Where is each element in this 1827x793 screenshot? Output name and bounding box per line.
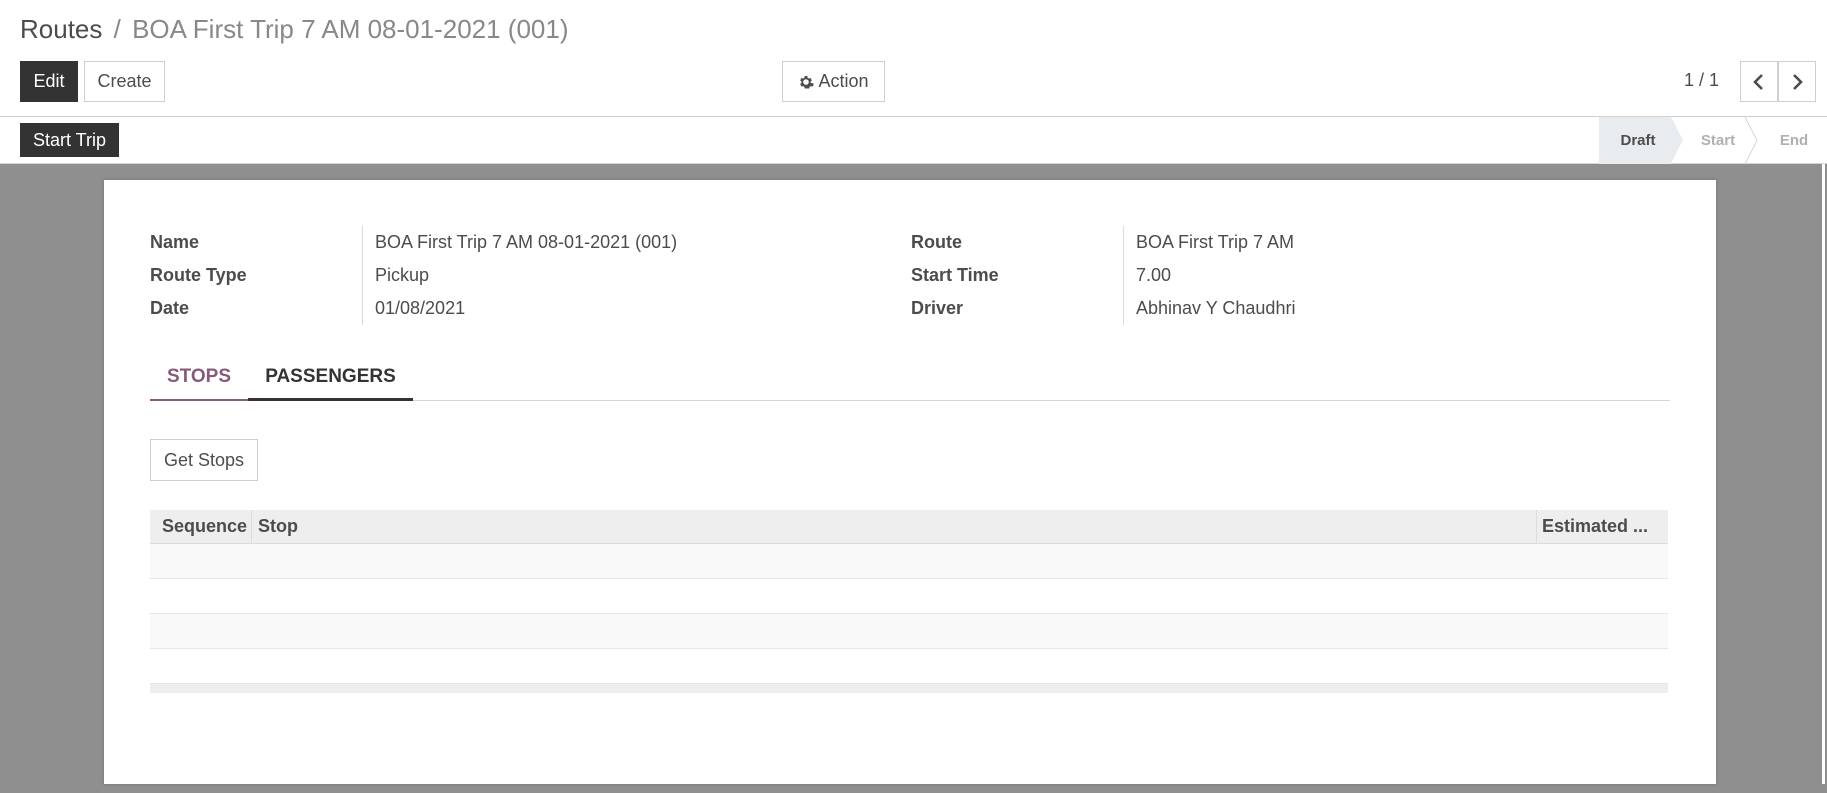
field-value[interactable]: Abhinav Y Chaudhri: [1123, 292, 1295, 325]
stage-start-label: Start: [1700, 132, 1736, 149]
form-sheet: Name BOA First Trip 7 AM 08-01-2021 (001…: [104, 180, 1716, 784]
field-label: Name: [150, 232, 200, 252]
field-date: Date 01/08/2021: [150, 292, 890, 325]
field-label: Date: [150, 298, 190, 318]
field-label: Driver: [911, 298, 964, 318]
table-row: [150, 649, 1668, 684]
chevron-left-icon: [1753, 73, 1763, 90]
breadcrumb-current: BOA First Trip 7 AM 08-01-2021 (001): [132, 14, 569, 44]
chevron-right-icon: [1793, 73, 1803, 90]
field-value: Pickup: [362, 259, 429, 292]
tab-passengers[interactable]: PASSENGERS: [248, 355, 413, 401]
field-label: Route Type: [150, 265, 247, 285]
table-row: [150, 544, 1668, 579]
table-header: Sequence Stop Estimated ...: [150, 510, 1668, 544]
field-group-left: Name BOA First Trip 7 AM 08-01-2021 (001…: [150, 226, 890, 325]
table-row: [150, 579, 1668, 614]
field-name: Name BOA First Trip 7 AM 08-01-2021 (001…: [150, 226, 890, 259]
field-value: BOA First Trip 7 AM 08-01-2021 (001): [362, 226, 677, 259]
column-header-stop[interactable]: Stop: [252, 510, 1537, 543]
table-footer: [150, 684, 1668, 693]
notebook-tabs: STOPS PASSENGERS: [150, 355, 1670, 401]
start-trip-button[interactable]: Start Trip: [20, 123, 119, 157]
get-stops-button[interactable]: Get Stops: [150, 439, 258, 481]
field-route-type: Route Type Pickup: [150, 259, 890, 292]
pager-previous-button[interactable]: [1740, 61, 1778, 102]
action-label: Action: [818, 71, 869, 91]
action-button[interactable]: Action: [782, 61, 885, 102]
stage-start[interactable]: Start: [1671, 117, 1758, 164]
field-group-right: Route BOA First Trip 7 AM Start Time 7.0…: [911, 226, 1651, 325]
scrollbar[interactable]: [1822, 164, 1827, 793]
stops-table: Sequence Stop Estimated ...: [150, 510, 1668, 693]
field-label: Route: [911, 232, 962, 252]
table-row: [150, 614, 1668, 649]
column-header-estimated[interactable]: Estimated ...: [1537, 510, 1668, 543]
stage-pipeline: Draft Start End: [1599, 117, 1823, 164]
scrollbar-thumb[interactable]: [1822, 164, 1825, 784]
field-start-time: Start Time 7.00: [911, 259, 1651, 292]
field-value[interactable]: BOA First Trip 7 AM: [1123, 226, 1294, 259]
field-route: Route BOA First Trip 7 AM: [911, 226, 1651, 259]
create-button[interactable]: Create: [84, 61, 165, 102]
control-panel: Routes / BOA First Trip 7 AM 08-01-2021 …: [0, 0, 1827, 117]
edit-button[interactable]: Edit: [20, 61, 78, 102]
breadcrumb-separator: /: [113, 14, 121, 44]
pager-next-button[interactable]: [1778, 61, 1816, 102]
field-label: Start Time: [911, 265, 999, 285]
stage-end[interactable]: End: [1751, 117, 1823, 164]
field-value: 01/08/2021: [362, 292, 465, 325]
column-header-sequence[interactable]: Sequence: [150, 510, 252, 543]
breadcrumb-routes-link[interactable]: Routes: [20, 14, 102, 44]
pager-value[interactable]: 1 / 1: [1684, 70, 1719, 91]
tab-stops[interactable]: STOPS: [150, 355, 248, 401]
field-driver: Driver Abhinav Y Chaudhri: [911, 292, 1651, 325]
gear-icon: [800, 75, 815, 88]
form-statusbar: Start Trip Draft Start End: [0, 117, 1827, 164]
breadcrumb: Routes / BOA First Trip 7 AM 08-01-2021 …: [20, 14, 569, 45]
stage-draft[interactable]: Draft: [1599, 117, 1683, 164]
field-value: 7.00: [1123, 259, 1171, 292]
